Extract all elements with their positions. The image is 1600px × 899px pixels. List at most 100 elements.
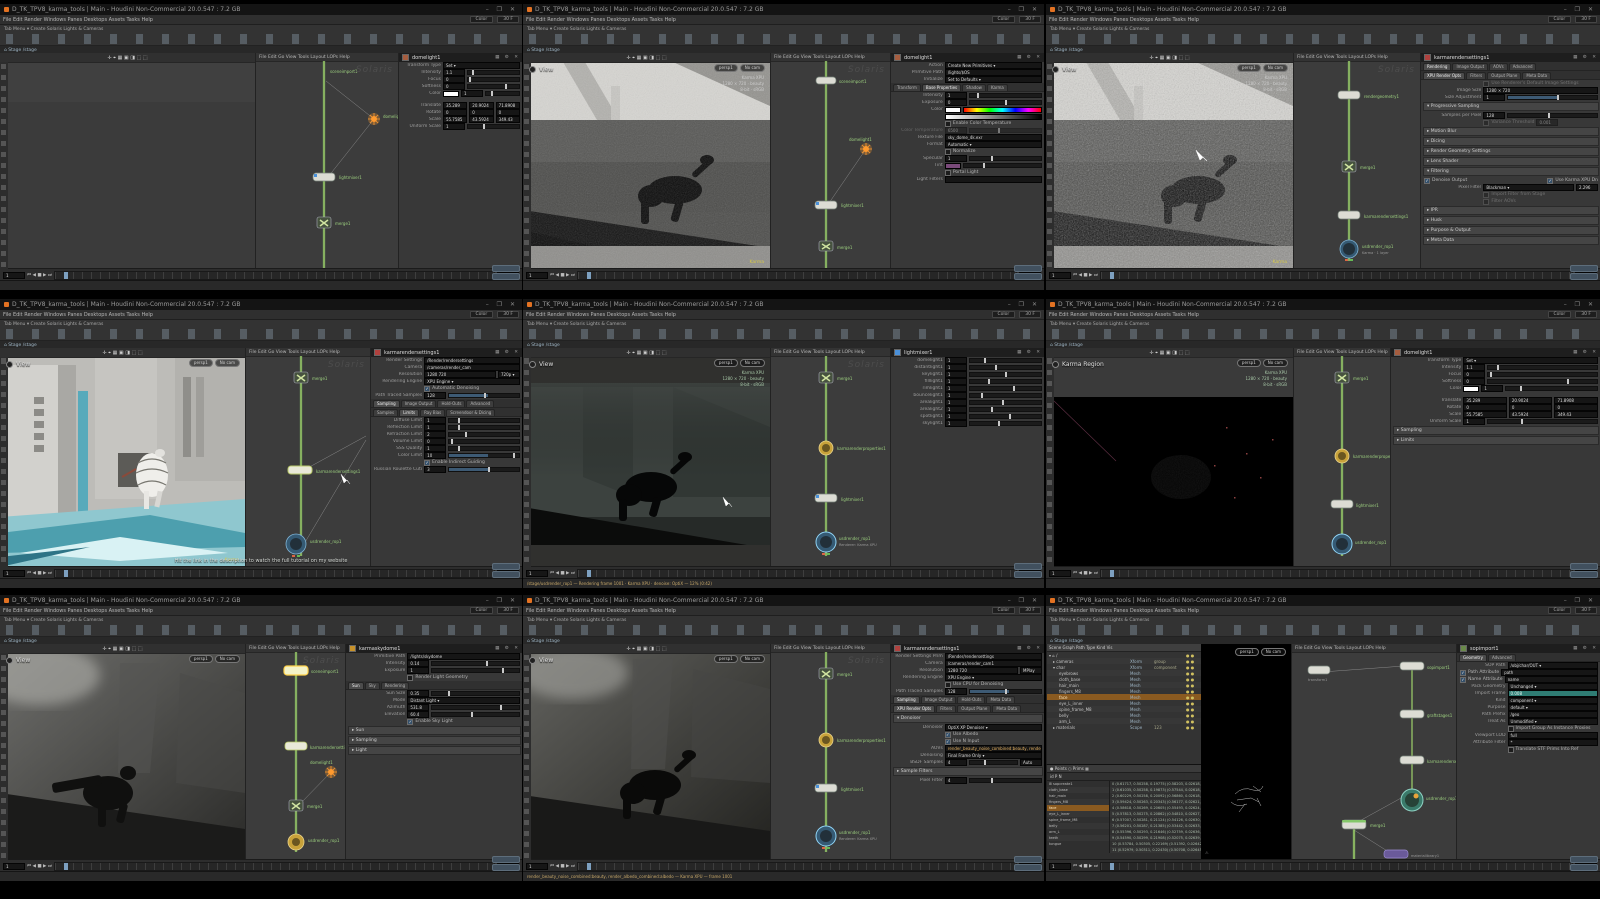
snapshot-buttons[interactable] bbox=[492, 563, 520, 578]
network-editor[interactable]: File Edit Go View Tools Layout LOPs Help… bbox=[1293, 348, 1391, 567]
rendersettings-node[interactable] bbox=[285, 742, 307, 750]
param-value[interactable]: 1 bbox=[407, 667, 429, 674]
param-row[interactable]: Rendering EngineXPU Engine ▾ bbox=[371, 378, 522, 385]
param-value[interactable]: 0.35 bbox=[407, 690, 429, 697]
tab-advanced[interactable]: Advanced bbox=[466, 400, 494, 407]
param-slider[interactable] bbox=[448, 439, 520, 444]
resolution-menu[interactable]: 720p ▾ bbox=[498, 371, 520, 378]
prim-name[interactable]: eyebrows bbox=[1059, 671, 1128, 676]
scene-graph-tree[interactable]: Scene Graph Path Type Kind Vis ▾ ⌂ /● ● … bbox=[1046, 644, 1202, 764]
param-row[interactable]: Rotate000 bbox=[399, 109, 522, 116]
prim-name[interactable]: fingers_M8 bbox=[1059, 689, 1128, 694]
param-value[interactable]: 4 bbox=[945, 759, 967, 766]
window-titlebar[interactable]: D_TK_TPV8_karma_tools | Main - Houdini N… bbox=[0, 595, 522, 606]
section-header[interactable]: ▾ Progressive Sampling bbox=[1423, 102, 1599, 111]
frame-chip[interactable]: 30 F bbox=[497, 607, 519, 614]
param-value[interactable]: 128 bbox=[945, 688, 967, 695]
param-value[interactable]: full bbox=[1508, 732, 1598, 739]
persp-pill[interactable]: persp1 bbox=[714, 64, 738, 72]
viewport-left-toolbar[interactable] bbox=[0, 653, 8, 860]
checkbox-row[interactable]: ✓Enable Sky Light bbox=[346, 718, 522, 725]
section-header[interactable]: ▸ Sample Filters bbox=[893, 767, 1043, 776]
param-value[interactable]: 0 bbox=[1463, 371, 1485, 378]
param-row[interactable]: Russian Roulette Cutoff3 bbox=[371, 466, 522, 473]
parameter-tabs[interactable]: SamplingImage OutputHold-OutsAdvanced bbox=[371, 399, 522, 408]
param-value[interactable]: 1280 720 bbox=[945, 667, 1018, 674]
param-y[interactable]: 20.9024 bbox=[469, 102, 493, 109]
tab-xpu-render-opts[interactable]: XPU Render Opts bbox=[1423, 72, 1465, 79]
window-titlebar[interactable]: D_TK_TPV8_karma_tools | Main - Houdini N… bbox=[523, 299, 1044, 310]
param-slider[interactable] bbox=[431, 712, 520, 717]
param-row[interactable]: FormatAutomatic ▾ bbox=[891, 141, 1044, 148]
param-dropdown[interactable]: default ▾ bbox=[1508, 704, 1598, 711]
menu-bar[interactable]: File Edit Render Windows Panes Desktops … bbox=[0, 15, 522, 25]
prim-name[interactable]: ▾ ⌂ / bbox=[1049, 653, 1128, 658]
viewport-left-toolbar[interactable] bbox=[1046, 357, 1054, 567]
section-header[interactable]: ▸ Sampling bbox=[348, 736, 521, 745]
network-editor[interactable]: File Edit Go View Tools Layout LOPs Help… bbox=[770, 53, 891, 269]
param-slider[interactable] bbox=[467, 124, 520, 129]
usdrender-node[interactable] bbox=[1401, 789, 1423, 811]
snapshot-buttons[interactable] bbox=[1570, 856, 1598, 871]
checkbox[interactable]: ✓ bbox=[407, 719, 413, 725]
viewport-toolbar[interactable]: ✛ ⌖ ▦ ▣ ◨ ⬚ ⬚ bbox=[523, 348, 770, 358]
param-dropdown[interactable]: Automatic ▾ bbox=[945, 141, 1042, 148]
param-row[interactable]: Primitive Path/lights/skydome bbox=[346, 653, 522, 660]
camera-pills[interactable]: persp1No cam bbox=[714, 655, 765, 663]
section-header[interactable]: ▸ Lens Shader bbox=[1423, 157, 1599, 166]
param-row[interactable]: Texture Filesky_dome_4k.exr bbox=[891, 134, 1044, 141]
param-value[interactable]: 3 bbox=[424, 466, 446, 473]
geometry-spreadsheet[interactable]: ● Points ○ Prims ▦ id P N ⊞ sopcreate1 c… bbox=[1046, 764, 1202, 861]
persp-pill[interactable]: persp1 bbox=[189, 655, 213, 663]
param-value[interactable]: 1280 720 bbox=[424, 371, 496, 378]
menu-items[interactable]: File Edit Render Windows Panes Desktops … bbox=[3, 17, 153, 23]
network-editor[interactable]: File Edit Go View Tools Layout LOPs Help… bbox=[245, 644, 346, 860]
usdrender-node[interactable] bbox=[1332, 534, 1352, 554]
parameter-tabs[interactable]: SamplingImage OutputHold-OutsMeta Data bbox=[891, 695, 1044, 704]
light-slider[interactable] bbox=[969, 407, 1042, 412]
param-y[interactable]: 43.5924 bbox=[469, 116, 493, 123]
param-y[interactable]: 0 bbox=[469, 109, 493, 116]
param-z[interactable]: 0 bbox=[496, 109, 520, 116]
viewport-toolbar[interactable]: ✛ ⌖ ▦ ▣ ◨ ⬚ ⬚ bbox=[523, 53, 770, 63]
param-value[interactable]: path bbox=[1501, 669, 1598, 676]
usdrender-node[interactable] bbox=[816, 826, 836, 849]
render-viewport[interactable]: ✛ ⌖ ▦ ▣ ◨ ⬚ ⬚ View persp1No cam bbox=[0, 644, 245, 860]
prim-name[interactable]: ▸ cameras bbox=[1053, 659, 1128, 664]
frame-chip[interactable]: 30 F bbox=[1575, 607, 1597, 614]
tab-holdouts[interactable]: Hold-Outs bbox=[957, 696, 985, 703]
param-value[interactable]: 128 bbox=[1483, 112, 1505, 119]
tab-output-plane[interactable]: Output Plane bbox=[957, 705, 991, 712]
tab-geometry[interactable]: Geometry bbox=[1459, 654, 1487, 661]
timeline-ruler[interactable] bbox=[54, 271, 495, 280]
viewport-left-toolbar[interactable] bbox=[523, 653, 531, 860]
param-row[interactable]: Image Size1280 × 720 bbox=[1421, 87, 1600, 94]
param-dropdown[interactable]: XPU Engine ▾ bbox=[424, 378, 520, 385]
param-slider[interactable] bbox=[1507, 113, 1598, 118]
param-row[interactable]: DenoiserOptiX XP Denoiser ▾ bbox=[891, 724, 1044, 731]
shelf-tools[interactable] bbox=[1052, 34, 1594, 44]
param-value[interactable]: 1 bbox=[424, 417, 446, 424]
nocam-pill[interactable]: No cam bbox=[1263, 64, 1288, 72]
viewport-toolbar[interactable]: ✛ ⌖ ▦ ▣ ◨ ⬚ ⬚ bbox=[1046, 53, 1293, 63]
network-editor[interactable]: File Edit Go View Tools Layout LOPs Help… bbox=[770, 644, 891, 860]
param-slider[interactable] bbox=[431, 705, 520, 710]
light-value[interactable]: 1 bbox=[945, 420, 967, 427]
param-value[interactable]: 2 bbox=[424, 431, 446, 438]
viewport-toolbar[interactable]: ✛ ⌖ ▦ ▣ ◨ ⬚ ⬚ bbox=[0, 53, 255, 63]
window-controls[interactable]: – ❐ ✕ bbox=[1564, 301, 1596, 308]
param-row[interactable]: Uniform Scale1 bbox=[1391, 418, 1600, 425]
timeline-ruler[interactable] bbox=[577, 862, 1017, 871]
snapshot-buttons[interactable] bbox=[1014, 856, 1042, 871]
param-value[interactable]: 0.14 bbox=[407, 660, 429, 667]
param-value[interactable]: 1 bbox=[424, 445, 446, 452]
nocam-pill[interactable]: No cam bbox=[1261, 648, 1286, 656]
prim-name[interactable]: belly bbox=[1059, 713, 1128, 718]
parameter-pane-icons[interactable]: ▦ ⚙ ✕ bbox=[495, 350, 520, 355]
window-titlebar[interactable]: D_TK_TPV8_karma_tools | Main - Houdini N… bbox=[1046, 4, 1600, 15]
param-slider[interactable] bbox=[448, 453, 520, 458]
param-dropdown[interactable]: component ▾ bbox=[1508, 697, 1598, 704]
param-row[interactable]: Uniform Scale1 bbox=[399, 123, 522, 130]
visibility-toggle[interactable]: ● ● bbox=[1186, 689, 1200, 694]
checkbox[interactable]: ✓ bbox=[1460, 670, 1466, 676]
